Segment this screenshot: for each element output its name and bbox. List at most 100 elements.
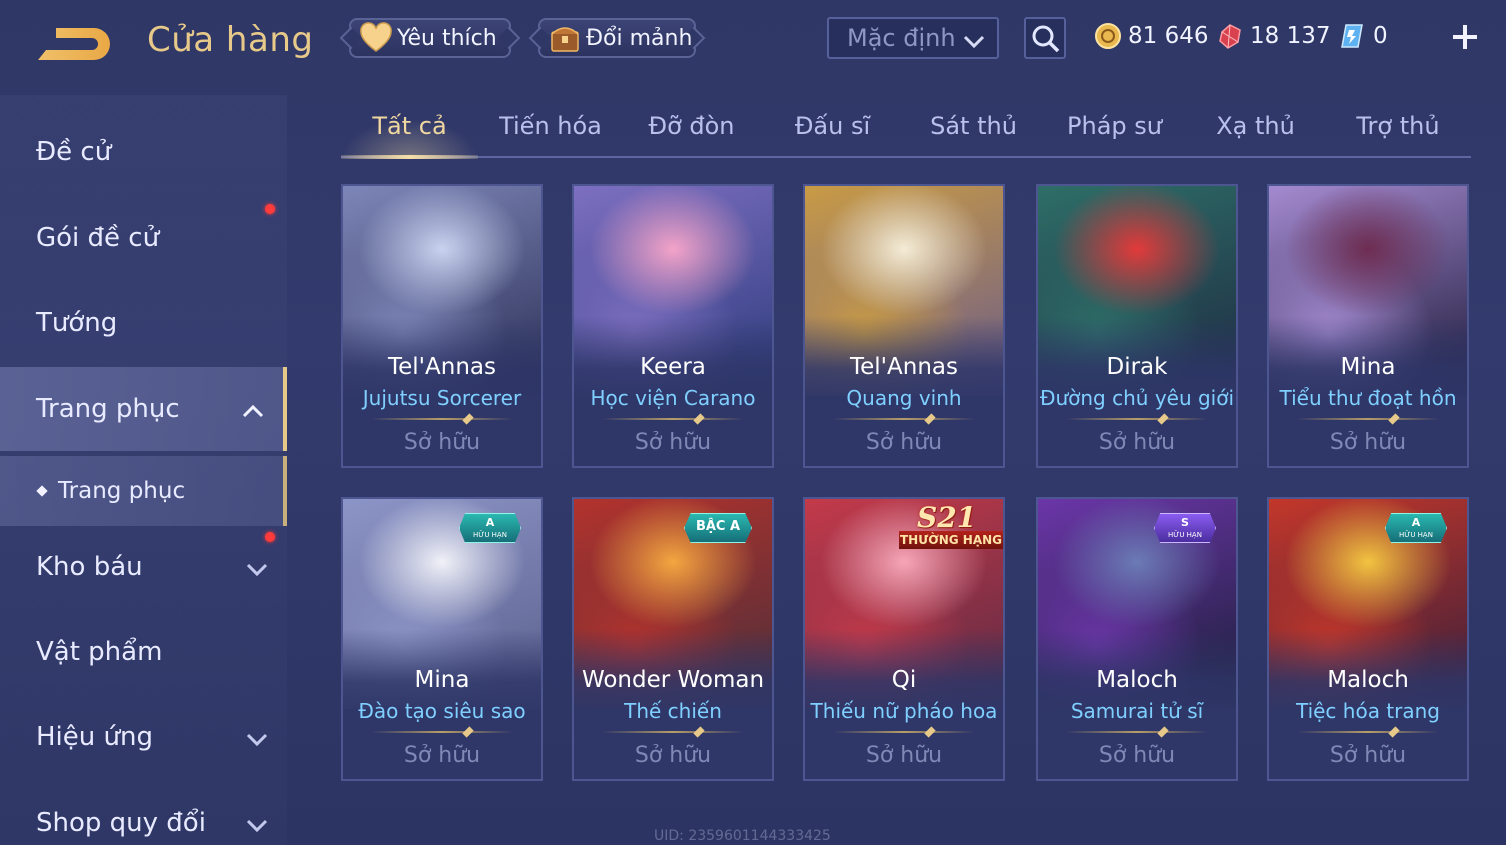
ownership-status: Sở hữu (1098, 430, 1176, 455)
badge-tier: A (1411, 516, 1421, 529)
search-icon (1032, 25, 1060, 53)
skin-card[interactable]: Keera Học viện Carano Sở hữu (572, 184, 774, 468)
skin-card[interactable]: Tel'Annas Quang vinh Sở hữu (803, 184, 1005, 468)
season-emblem: S21 THƯỜNG HẠNG (899, 501, 1003, 553)
rarity-badge: A HỮU HẠN (459, 513, 521, 543)
hero-name: Maloch (1096, 667, 1178, 693)
skin-name: Đường chủ yêu giới (1039, 386, 1235, 410)
sidebar-item-skins[interactable]: Trang phục (0, 367, 287, 451)
sidebar-item-recommended[interactable]: Đề cử (0, 110, 287, 194)
tab-tank[interactable]: Đỡ đòn (624, 112, 759, 156)
badge-subtitle: HỮU HẠN (1168, 531, 1202, 539)
bullet-diamond-icon (36, 485, 48, 497)
badge-subtitle: HỮU HẠN (1399, 531, 1433, 539)
top-bar: Cửa hàng Yêu thích Đổi mảnh Mặc định 81 … (0, 0, 1506, 80)
voucher-currency: 0 (1339, 20, 1388, 52)
card-divider (1297, 731, 1439, 733)
chevron-down-icon (245, 725, 269, 747)
sort-dropdown[interactable]: Mặc định (827, 17, 999, 59)
sidebar-item-label: Vật phẩm (36, 637, 163, 667)
sidebar-item-label: Hiệu ứng (36, 722, 153, 752)
sidebar-item-recommended-bundles[interactable]: Gói đề cử (0, 196, 287, 280)
hero-name: Mina (414, 667, 470, 693)
skin-card[interactable]: BẬC A Wonder Woman Thế chiến Sở hữu (572, 497, 774, 781)
voucher-ticket-icon (1341, 24, 1363, 48)
tab-label: Tất cả (372, 112, 447, 140)
back-icon[interactable] (36, 22, 116, 66)
skin-card[interactable]: Dirak Đường chủ yêu giới Sở hữu (1036, 184, 1238, 468)
tab-mage[interactable]: Pháp sư (1047, 112, 1182, 156)
ownership-status: Sở hữu (403, 430, 481, 455)
sidebar-item-items[interactable]: Vật phẩm (0, 610, 287, 694)
ownership-status: Sở hữu (865, 743, 943, 768)
skin-name: Thế chiến (624, 699, 722, 723)
rarity-badge: A HỮU HẠN (1385, 513, 1447, 543)
sidebar-item-label: Shop quy đổi (36, 808, 206, 838)
skin-name: Samurai tử sĩ (1070, 699, 1204, 723)
sidebar-item-label: Trang phục (36, 394, 180, 424)
hero-name: Qi (891, 667, 917, 693)
skin-card[interactable]: S HỮU HẠN Maloch Samurai tử sĩ Sở hữu (1036, 497, 1238, 781)
card-divider (833, 418, 975, 420)
tab-marksman[interactable]: Xạ thủ (1188, 112, 1323, 156)
category-tabs: Tất cả Tiến hóa Đỡ đòn Đấu sĩ Sát thủ Ph… (341, 100, 1471, 159)
sidebar-item-heroes[interactable]: Tướng (0, 281, 287, 365)
shard-exchange-button[interactable]: Đổi mảnh (538, 18, 696, 58)
skin-card[interactable]: A HỮU HẠN Mina Đào tạo siêu sao Sở hữu (341, 497, 543, 781)
card-divider (1066, 418, 1208, 420)
hero-name: Maloch (1327, 667, 1409, 693)
skin-card[interactable]: Tel'Annas Jujutsu Sorcerer Sở hữu (341, 184, 543, 468)
skin-name: Học viện Carano (590, 386, 756, 410)
skin-name: Quang vinh (846, 386, 962, 410)
tab-assassin[interactable]: Sát thủ (906, 112, 1041, 156)
shard-label: Đổi mảnh (586, 25, 693, 51)
gold-coin-icon (1095, 23, 1121, 49)
notification-dot (265, 532, 275, 542)
tab-label: Đấu sĩ (794, 112, 871, 140)
skin-card[interactable]: A HỮU HẠN Maloch Tiệc hóa trang Sở hữu (1267, 497, 1469, 781)
gem-currency: 18 137 (1216, 20, 1330, 52)
favorite-button[interactable]: Yêu thích (349, 18, 511, 58)
heart-icon (359, 22, 393, 54)
tab-fighter[interactable]: Đấu sĩ (765, 112, 900, 156)
tab-label: Đỡ đòn (648, 112, 735, 140)
chevron-up-icon (241, 397, 265, 418)
skin-card[interactable]: S21 THƯỜNG HẠNG Qi Thiếu nữ pháo hoa Sở hữu (803, 497, 1005, 781)
search-button[interactable] (1024, 17, 1066, 59)
badge-tier: A (485, 516, 495, 529)
tab-evolution[interactable]: Tiến hóa (483, 112, 618, 156)
user-id-watermark: UID: 2359601144333425 (654, 828, 831, 844)
card-divider (371, 418, 513, 420)
sidebar-item-treasure[interactable]: Kho báu (0, 525, 287, 609)
sidebar-item-label: Kho báu (36, 552, 143, 582)
ownership-status: Sở hữu (1329, 743, 1407, 768)
hero-name: Tel'Annas (850, 354, 958, 380)
hero-name: Wonder Woman (581, 667, 765, 693)
gold-currency: 81 646 (1094, 20, 1208, 52)
rarity-badge: S HỮU HẠN (1154, 513, 1216, 543)
card-divider (833, 731, 975, 733)
sidebar-item-exchange-shop[interactable]: Shop quy đổi (0, 781, 287, 845)
sidebar-item-effects[interactable]: Hiệu ứng (0, 695, 287, 779)
plus-icon (1453, 25, 1477, 49)
add-currency-button[interactable] (1448, 20, 1482, 54)
ownership-status: Sở hữu (865, 430, 943, 455)
tab-support[interactable]: Trợ thủ (1329, 112, 1467, 156)
hero-name: Mina (1340, 354, 1396, 380)
tab-label: Xạ thủ (1216, 112, 1295, 140)
card-divider (1297, 418, 1439, 420)
sidebar-item-label: Đề cử (36, 137, 112, 167)
tab-all[interactable]: Tất cả (341, 112, 478, 159)
badge-subtitle: HỮU HẠN (473, 531, 507, 539)
sidebar-subitem-skins[interactable]: Trang phục (0, 456, 287, 526)
skin-card[interactable]: Mina Tiểu thư đoạt hồn Sở hữu (1267, 184, 1469, 468)
rarity-badge: BẬC A (684, 513, 752, 543)
ownership-status: Sở hữu (1098, 743, 1176, 768)
chevron-down-icon (245, 555, 269, 577)
badge-tier: S (1181, 516, 1189, 529)
voucher-amount: 0 (1373, 23, 1388, 49)
skin-name: Đào tạo siêu sao (358, 699, 526, 723)
sidebar-subitem-label: Trang phục (58, 478, 186, 504)
skin-name: Jujutsu Sorcerer (362, 386, 522, 410)
card-divider (602, 418, 744, 420)
